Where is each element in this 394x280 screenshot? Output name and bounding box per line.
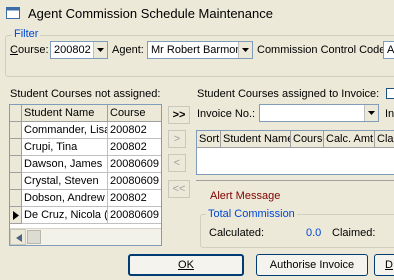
course-cell[interactable]: 200802 xyxy=(108,122,161,139)
chevron-down-icon xyxy=(242,48,249,52)
control-code-label: Commission Control Code: xyxy=(257,44,389,56)
agent-dropdown-button[interactable] xyxy=(238,42,252,58)
app-window-icon xyxy=(6,7,20,19)
course-label: Course: xyxy=(10,44,49,56)
assigned-checkbox[interactable] xyxy=(386,88,394,99)
course-cell[interactable]: 20080609 xyxy=(108,173,161,190)
calculated-value: 0.0 xyxy=(306,227,322,239)
divider xyxy=(196,180,394,181)
chevron-down-icon xyxy=(368,111,375,115)
agent-label: Agent: xyxy=(112,44,144,56)
scroll-thumb[interactable] xyxy=(27,230,41,244)
course-cell[interactable]: 200802 xyxy=(108,190,161,207)
course-label-text: ourse: xyxy=(17,44,49,56)
grid-corner xyxy=(10,105,22,122)
column-header-claimed[interactable]: Clai xyxy=(375,131,394,148)
row-selector[interactable] xyxy=(10,122,22,139)
row-selector[interactable] xyxy=(10,156,22,173)
invoice-dropdown-button[interactable] xyxy=(364,105,378,121)
column-header-course[interactable]: Course xyxy=(108,105,161,122)
scroll-left-icon xyxy=(16,234,22,242)
student-name-cell[interactable]: Dawson, James xyxy=(22,156,108,173)
claimed-label: Claimed: xyxy=(332,227,376,239)
column-header-course[interactable]: Course xyxy=(291,131,324,148)
column-header-sort[interactable]: Sort xyxy=(197,131,221,148)
assign-all-button[interactable]: >> xyxy=(168,106,190,124)
filter-legend: Filter xyxy=(12,28,41,40)
row-selector[interactable] xyxy=(10,139,22,156)
invoice-right-label: In xyxy=(385,108,394,120)
d-button-label: D xyxy=(385,259,393,271)
horizontal-scrollbar[interactable] xyxy=(10,228,161,245)
course-dropdown-button[interactable] xyxy=(93,42,107,58)
ok-button[interactable]: OK xyxy=(128,254,244,276)
student-name-cell[interactable]: Dobson, Andrew xyxy=(22,190,108,207)
row-selector[interactable] xyxy=(10,190,22,207)
control-code-value: A xyxy=(387,44,394,56)
unassigned-label: Student Courses not assigned: xyxy=(10,88,161,100)
student-name-cell[interactable]: Commander, Lisa xyxy=(22,122,108,139)
scroll-left-button[interactable] xyxy=(10,229,26,245)
control-code-select[interactable]: A xyxy=(383,41,394,59)
column-header-student-name[interactable]: Student Name xyxy=(22,105,108,122)
agent-select-value: Mr Robert Barmon xyxy=(151,44,242,56)
row-selector[interactable] xyxy=(10,207,22,224)
course-cell[interactable]: 200802 xyxy=(108,139,161,156)
invoice-label: Invoice No.: xyxy=(197,108,256,120)
current-row-pointer-icon xyxy=(13,211,19,220)
alert-message: Alert Message xyxy=(210,190,281,202)
unassigned-grid[interactable]: Student Name Course Commander, Lisa 2008… xyxy=(9,104,162,246)
assigned-grid[interactable]: Sort Student Name Course Calc. Amt Clai xyxy=(196,130,394,175)
authorise-invoice-button[interactable]: Authorise Invoice xyxy=(256,254,368,276)
course-cell[interactable]: 20080609 xyxy=(108,156,161,173)
window-title: Agent Commission Schedule Maintenance xyxy=(28,6,273,21)
agent-select[interactable]: Mr Robert Barmon xyxy=(147,41,253,59)
assigned-label: Student Courses assigned to Invoice: xyxy=(197,88,380,100)
course-select[interactable]: 200802 xyxy=(50,41,108,59)
row-selector[interactable] xyxy=(10,173,22,190)
student-name-cell[interactable]: De Cruz, Nicola ( xyxy=(22,207,108,224)
calculated-label: Calculated: xyxy=(209,227,265,239)
assign-one-button[interactable]: > xyxy=(168,130,186,148)
ok-button-label: OK xyxy=(178,259,194,271)
d-button[interactable]: D xyxy=(374,254,394,276)
column-header-student-name[interactable]: Student Name xyxy=(221,131,291,148)
course-cell[interactable]: 20080609 xyxy=(108,207,161,224)
student-name-cell[interactable]: Crupi, Tina xyxy=(22,139,108,156)
chevron-down-icon xyxy=(97,48,104,52)
student-name-cell[interactable]: Crystal, Steven xyxy=(22,173,108,190)
column-header-calc-amt[interactable]: Calc. Amt xyxy=(324,131,375,148)
course-select-value: 200802 xyxy=(54,44,91,56)
total-commission-legend: Total Commission xyxy=(206,208,297,220)
unassign-one-button[interactable]: < xyxy=(168,154,186,172)
unassign-all-button[interactable]: << xyxy=(168,180,190,198)
invoice-select[interactable] xyxy=(259,104,379,122)
